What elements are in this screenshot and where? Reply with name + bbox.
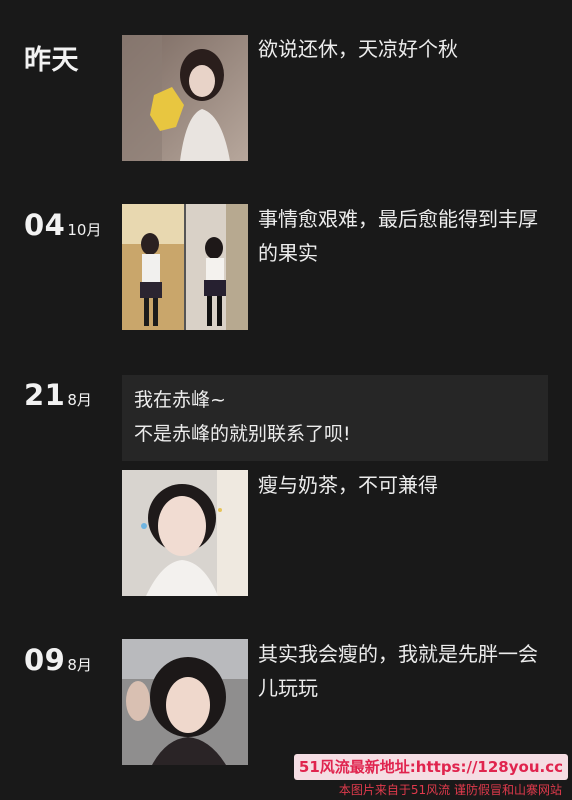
date-label: 09 8月 — [24, 643, 92, 677]
photo-image — [122, 470, 248, 596]
watermark-banner: 51风流最新地址:https://128you.cc — [293, 754, 568, 780]
date-month: 8月 — [67, 391, 92, 409]
photo-thumbnail[interactable] — [122, 35, 248, 161]
photo-thumbnail[interactable] — [122, 470, 248, 596]
date-label: 21 8月 — [24, 378, 92, 412]
date-day: 09 — [24, 643, 66, 677]
photo-thumbnail[interactable] — [122, 639, 248, 765]
date-label: 04 10月 — [24, 208, 101, 242]
post-caption: 其实我会瘦的，我就是先胖一会儿玩玩 — [258, 642, 538, 700]
text-post-line: 不是赤峰的就别联系了呗! — [134, 423, 351, 445]
text-post-card[interactable]: 我在赤峰~ 不是赤峰的就别联系了呗! — [122, 375, 548, 461]
date-day: 04 — [24, 208, 66, 242]
photo-image-right — [186, 204, 248, 330]
photo-image — [122, 35, 248, 161]
photo-thumbnail[interactable] — [122, 204, 248, 330]
post-caption: 欲说还休，天凉好个秋 — [258, 37, 458, 61]
date-day: 昨天 — [24, 45, 79, 76]
date-month: 10月 — [67, 221, 102, 239]
post-caption: 瘦与奶茶，不可兼得 — [258, 473, 438, 497]
date-label: 昨天 — [24, 38, 79, 77]
post-caption: 事情愈艰难，最后愈能得到丰厚的果实 — [258, 207, 538, 265]
text-post-line: 我在赤峰~ — [134, 389, 226, 411]
date-day: 21 — [24, 378, 66, 412]
date-month: 8月 — [67, 656, 92, 674]
photo-image-left — [122, 204, 184, 330]
photo-image — [122, 639, 248, 765]
watermark-footer: 本图片来自于51风流 谨防假冒和山寨网站 — [338, 783, 562, 797]
